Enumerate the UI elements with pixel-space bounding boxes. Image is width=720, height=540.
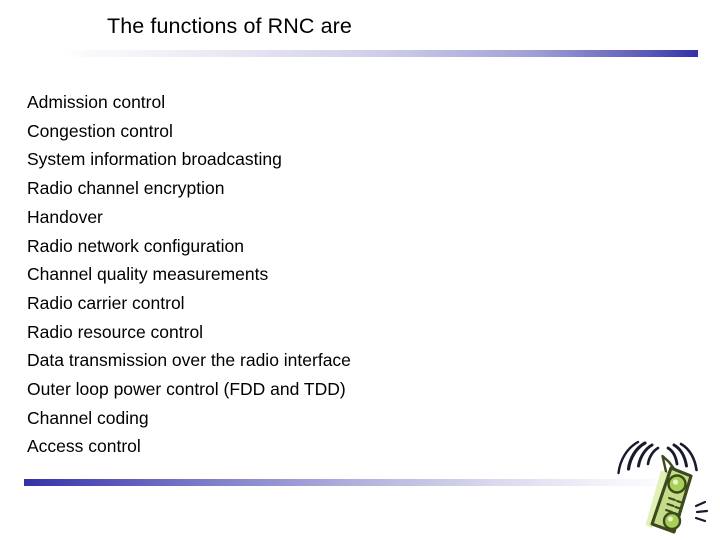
bullet-list: Admission control Congestion control Sys… <box>27 88 627 461</box>
mobile-phone-icon <box>612 432 720 540</box>
phone-action-button <box>662 511 682 531</box>
signal-waves-icon <box>617 440 698 475</box>
page-title: The functions of RNC are <box>107 14 352 38</box>
list-item: Channel quality measurements <box>27 264 269 285</box>
phone-sparkle-icon <box>694 500 709 523</box>
phone-screen-button <box>667 474 687 494</box>
list-item: Congestion control <box>27 120 173 141</box>
list-item: Radio resource control <box>27 321 204 342</box>
list-item: Radio network configuration <box>27 235 244 256</box>
list-item: Radio channel encryption <box>27 178 225 199</box>
footer-gradient-rule <box>24 479 674 486</box>
list-item: Radio carrier control <box>27 292 185 313</box>
list-item: Access control <box>27 436 141 457</box>
list-item: Handover <box>27 206 103 227</box>
list-item: Outer loop power control (FDD and TDD) <box>27 379 346 400</box>
list-item: Data transmission over the radio interfa… <box>27 350 351 371</box>
list-item: System information broadcasting <box>27 149 282 170</box>
list-item: Channel coding <box>27 407 149 428</box>
title-gradient-rule <box>62 50 698 57</box>
list-item: Admission control <box>27 92 166 112</box>
slide-canvas: The functions of RNC are Admission contr… <box>0 0 720 540</box>
